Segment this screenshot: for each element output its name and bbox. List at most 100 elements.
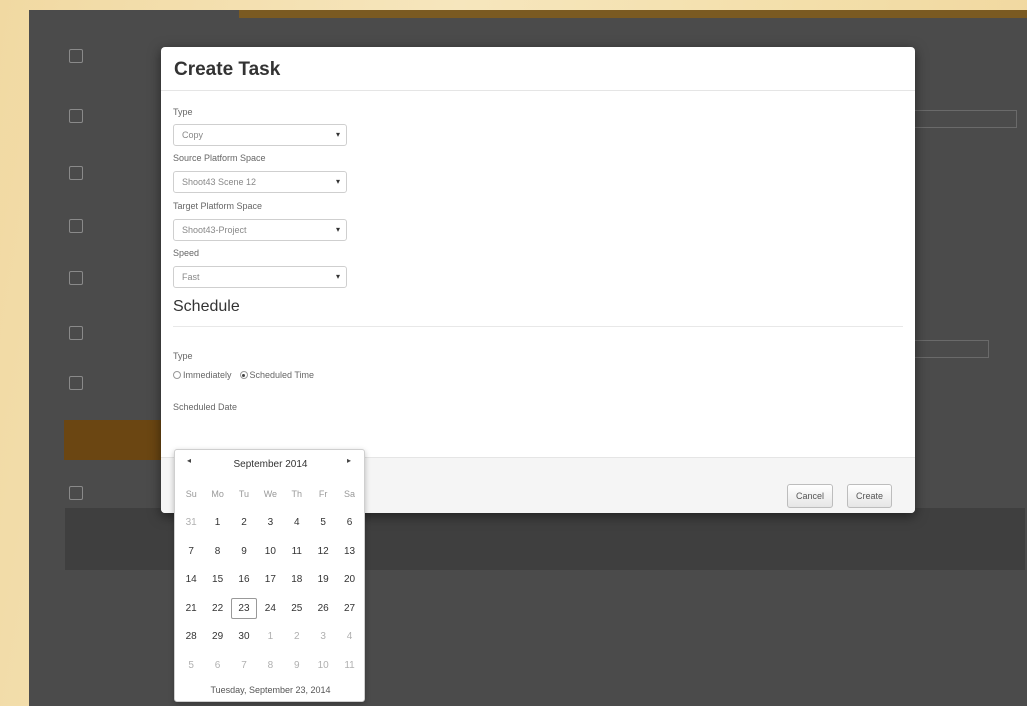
sidebar-item: [69, 160, 159, 186]
speed-select[interactable]: Fast ▾: [173, 266, 347, 288]
calendar-day[interactable]: 10: [310, 660, 336, 671]
sidebar-item: [69, 43, 159, 69]
calendar-grid: Su Mo Tu We Th Fr Sa 31 1 2 3 4 5 6 7 8 9 10 11 12 13 14 15 16…: [178, 480, 363, 680]
calendar-day[interactable]: 18: [284, 574, 310, 585]
calendar-day[interactable]: 26: [310, 603, 336, 614]
calendar-day[interactable]: 12: [310, 546, 336, 557]
month-label[interactable]: September 2014: [175, 459, 366, 470]
app-sidebar: [64, 25, 164, 506]
calendar-day[interactable]: 11: [336, 660, 362, 671]
immediately-radio-label[interactable]: Immediately: [183, 370, 232, 380]
calendar-day[interactable]: 11: [284, 546, 310, 557]
scheduled-date-label: Scheduled Date: [173, 402, 238, 412]
date-picker-popup: ◂ September 2014 ▸ Su Mo Tu We Th Fr Sa 31 1 2 3 4…: [174, 449, 365, 702]
scheduled-time-radio[interactable]: [239, 371, 248, 379]
calendar-week-row: 21 22 23 24 25 26 27: [178, 594, 363, 623]
schedule-type-label: Type: [173, 351, 193, 361]
calendar-week-row: 7 8 9 10 11 12 13: [178, 537, 363, 566]
speed-select-value: Fast: [182, 272, 200, 282]
background-right-panel: [909, 100, 1019, 400]
calendar-day[interactable]: 5: [178, 660, 204, 671]
type-select[interactable]: Copy ▾: [173, 124, 347, 146]
calendar-day[interactable]: 7: [231, 660, 257, 671]
sidebar-icon: [69, 376, 83, 390]
calendar-day[interactable]: 7: [178, 546, 204, 557]
sidebar-icon: [69, 486, 83, 500]
calendar-day[interactable]: 6: [336, 517, 362, 528]
sidebar-item: [69, 370, 159, 396]
app-top-bar: [239, 10, 1027, 18]
calendar-day[interactable]: 1: [257, 631, 283, 642]
target-platform-space-value: Shoot43-Project: [182, 225, 247, 235]
weekday-header: Su: [185, 489, 197, 500]
calendar-day[interactable]: 2: [231, 517, 257, 528]
sidebar-icon: [69, 326, 83, 340]
calendar-day[interactable]: 4: [284, 517, 310, 528]
background-field: [909, 110, 1017, 128]
sidebar-item: [69, 265, 159, 291]
next-month-icon[interactable]: ▸: [347, 456, 351, 465]
type-label: Type: [173, 107, 193, 117]
calendar-day[interactable]: 5: [310, 517, 336, 528]
calendar-day[interactable]: 17: [257, 574, 283, 585]
calendar-day[interactable]: 8: [204, 546, 230, 557]
sidebar-item-active: [64, 420, 164, 460]
calendar-day[interactable]: 16: [231, 574, 257, 585]
calendar-day[interactable]: 20: [336, 574, 362, 585]
calendar-day[interactable]: 30: [231, 631, 257, 642]
calendar-day[interactable]: 29: [204, 631, 230, 642]
weekday-header: Tu: [238, 489, 250, 500]
calendar-day[interactable]: 8: [257, 660, 283, 671]
calendar-day[interactable]: 10: [257, 546, 283, 557]
calendar-day[interactable]: 4: [336, 631, 362, 642]
sidebar-icon: [69, 49, 83, 63]
dropdown-caret-icon: ▾: [335, 225, 340, 234]
dropdown-caret-icon: ▾: [335, 272, 340, 281]
calendar-day[interactable]: 28: [178, 631, 204, 642]
calendar-day[interactable]: 25: [284, 603, 310, 614]
calendar-day[interactable]: 2: [284, 631, 310, 642]
calendar-day[interactable]: 19: [310, 574, 336, 585]
target-platform-space-select[interactable]: Shoot43-Project ▾: [173, 219, 347, 241]
calendar-day[interactable]: 21: [178, 603, 204, 614]
sidebar-item: [69, 213, 159, 239]
calendar-day[interactable]: 31: [178, 517, 204, 528]
source-platform-space-value: Shoot43 Scene 12: [182, 177, 257, 187]
calendar-day[interactable]: 15: [204, 574, 230, 585]
calendar-day[interactable]: 3: [310, 631, 336, 642]
section-divider: [173, 326, 903, 327]
dropdown-caret-icon: ▾: [335, 130, 340, 139]
calendar-day[interactable]: 27: [336, 603, 362, 614]
calendar-day[interactable]: 6: [204, 660, 230, 671]
create-button[interactable]: Create: [847, 484, 893, 508]
sidebar-item: [69, 103, 159, 129]
calendar-day[interactable]: 1: [204, 517, 230, 528]
scheduled-time-radio-label[interactable]: Scheduled Time: [250, 370, 315, 380]
create-task-modal: Create Task Type Copy ▾ Source Platform …: [161, 47, 915, 513]
weekday-header-row: Su Mo Tu We Th Fr Sa: [178, 480, 363, 509]
speed-label: Speed: [173, 248, 200, 258]
modal-title: Create Task: [174, 59, 281, 80]
type-select-value: Copy: [182, 130, 204, 140]
immediately-radio[interactable]: [173, 371, 181, 379]
sidebar-item: [69, 480, 159, 506]
sidebar-icon: [69, 109, 83, 123]
calendar-day[interactable]: 9: [284, 660, 310, 671]
calendar-day[interactable]: 14: [178, 574, 204, 585]
weekday-header: Sa: [344, 489, 356, 500]
selected-date-footer[interactable]: Tuesday, September 23, 2014: [175, 685, 366, 695]
calendar-day[interactable]: 13: [336, 546, 362, 557]
sidebar-icon: [69, 271, 83, 285]
calendar-day[interactable]: 9: [231, 546, 257, 557]
calendar-week-row: 14 15 16 17 18 19 20: [178, 566, 363, 595]
calendar-day[interactable]: 3: [257, 517, 283, 528]
calendar-day-selected[interactable]: 23: [230, 597, 258, 619]
sidebar-icon: [69, 166, 83, 180]
weekday-header: We: [263, 489, 278, 500]
cancel-button[interactable]: Cancel: [787, 484, 834, 508]
calendar-day[interactable]: 24: [257, 603, 283, 614]
source-platform-space-select[interactable]: Shoot43 Scene 12 ▾: [173, 171, 347, 193]
source-platform-space-label: Source Platform Space: [173, 153, 266, 163]
target-platform-space-label: Target Platform Space: [173, 201, 263, 211]
calendar-day[interactable]: 22: [204, 603, 230, 614]
